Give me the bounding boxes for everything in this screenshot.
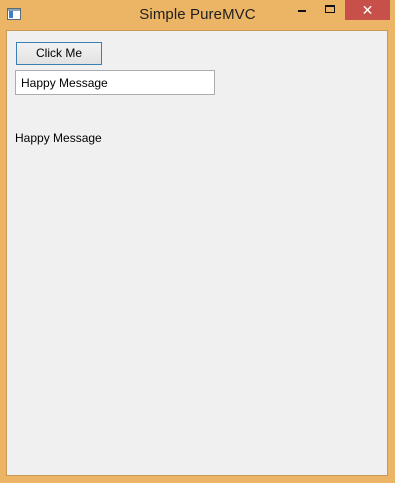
app-window: Simple PureMVC ✕ Click Me Happy Message bbox=[0, 0, 395, 483]
title-bar[interactable]: Simple PureMVC ✕ bbox=[0, 0, 395, 30]
minimize-icon bbox=[298, 10, 306, 12]
maximize-icon bbox=[325, 5, 335, 13]
close-button[interactable]: ✕ bbox=[345, 0, 390, 20]
maximize-button[interactable] bbox=[316, 0, 342, 20]
message-input[interactable] bbox=[15, 70, 215, 95]
close-icon: ✕ bbox=[361, 2, 374, 18]
message-label: Happy Message bbox=[15, 131, 102, 145]
minimize-button[interactable] bbox=[288, 0, 314, 20]
click-me-button[interactable]: Click Me bbox=[16, 42, 102, 65]
client-area: Click Me Happy Message bbox=[6, 30, 388, 476]
